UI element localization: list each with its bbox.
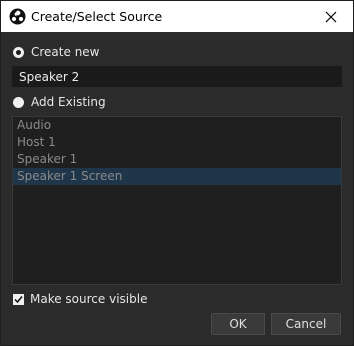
add-existing-radio[interactable] (13, 96, 24, 108)
list-item[interactable]: Audio (13, 117, 341, 134)
cancel-button[interactable]: Cancel (271, 313, 341, 335)
list-item[interactable]: Speaker 1 (13, 151, 341, 168)
source-name-input[interactable]: Speaker 2 (12, 66, 342, 87)
dialog-content: Create new Speaker 2 Add Existing Audio … (1, 32, 353, 345)
list-item-selected[interactable]: Speaker 1 Screen (13, 168, 341, 185)
add-existing-option[interactable]: Add Existing (13, 95, 106, 109)
create-new-radio[interactable] (13, 46, 24, 58)
existing-sources-list[interactable]: Audio Host 1 Speaker 1 Speaker 1 Screen (12, 116, 342, 285)
ok-button[interactable]: OK (211, 313, 265, 335)
obs-logo-icon (9, 8, 26, 25)
dialog-title: Create/Select Source (31, 9, 163, 24)
list-item[interactable]: Host 1 (13, 134, 341, 151)
title-bar: Create/Select Source (1, 1, 353, 32)
make-visible-checkbox[interactable] (13, 293, 24, 305)
checkmark-icon (14, 295, 23, 303)
create-new-label: Create new (31, 45, 100, 59)
create-new-option[interactable]: Create new (13, 45, 100, 59)
make-visible-label: Make source visible (30, 292, 148, 306)
close-icon (325, 11, 337, 22)
add-existing-label: Add Existing (31, 95, 106, 109)
close-button[interactable] (309, 1, 353, 32)
make-visible-option[interactable]: Make source visible (13, 292, 147, 306)
create-select-source-dialog: Create/Select Source Create new Speaker … (0, 0, 354, 346)
